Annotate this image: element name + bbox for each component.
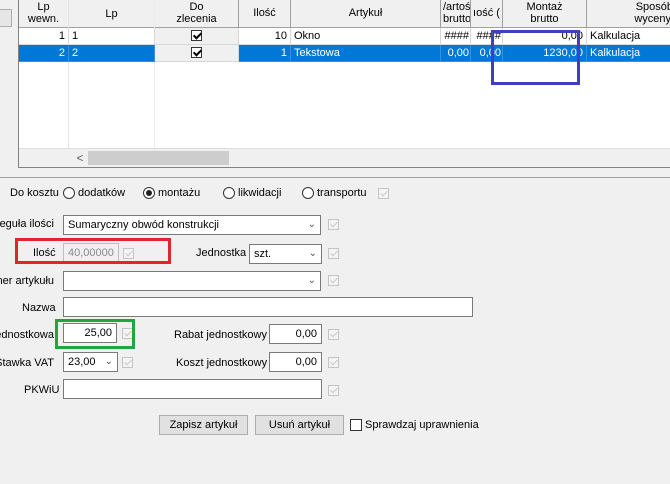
do-zlecenia-checkbox[interactable] [191,47,202,58]
col-header-lp[interactable]: Lp [69,0,155,28]
cell-sposob: Kalkulacja [587,28,670,45]
regula-value: Sumaryczny obwód konstrukcji [68,219,220,231]
col-header-do-zlecenia[interactable]: Do zlecenia [155,0,239,28]
scroll-thumb[interactable] [88,151,229,165]
zapisz-artykul-button[interactable]: Zapisz artykuł [159,415,248,435]
cell-sposob: Kalkulacja [587,45,670,62]
vat-select[interactable]: 23,00 ⌄ [63,352,118,372]
pkwiu-input[interactable] [63,379,322,399]
chevron-down-icon: ⌄ [307,275,316,286]
numer-artykulu-select[interactable]: ⌄ [63,271,321,291]
chevron-down-icon: ⌄ [104,356,113,367]
highlight-montaz-value [491,30,580,85]
col-header-text: wyceny [634,13,670,25]
radio-label-transportu: transportu [317,187,367,199]
pkwiu-override-checkbox[interactable] [328,385,339,396]
col-header-ilosc2[interactable]: ıość ( [471,0,503,28]
cell-wartosc: 0,00 [441,45,471,62]
col-header-montaz-brutto[interactable]: Montaż brutto [503,0,587,28]
radio-likwidacji[interactable] [223,187,235,199]
jednostka-select[interactable]: szt. ⌄ [249,244,322,264]
cell-lp-wewn: 1 [19,28,69,45]
cell-do-zlecenia [155,28,239,45]
highlight-ilosc [15,238,171,264]
highlight-cena [55,319,135,349]
jednostka-label: Jednostka [196,247,247,259]
koszt-label: Koszt jednostkowy [176,357,268,369]
col-header-lp-wewn[interactable]: Lp wewn. [19,0,69,28]
col-header-artykul[interactable]: Artykuł [291,0,441,28]
sprawdzaj-uprawnienia-label: Sprawdzaj uprawnienia [365,419,479,431]
nazwa-input[interactable] [63,297,473,317]
vat-override-checkbox[interactable] [122,357,133,368]
numer-override-checkbox[interactable] [328,275,339,286]
cell-lp: 1 [69,28,155,45]
col-header-wartosc-brutto[interactable]: /artoś brutto [441,0,471,28]
col-header-text: Do [189,1,204,13]
jednostka-value: szt. [254,248,272,260]
vat-value: 23,00 [68,356,96,368]
radio-dodatkow[interactable] [63,187,75,199]
col-header-sposob[interactable]: Sposób wyceny [587,0,670,28]
col-header-text: Montaż [526,1,563,13]
chevron-down-icon: ⌄ [308,248,317,259]
cell-lp: 2 [69,45,155,62]
radio-transportu[interactable] [302,187,314,199]
side-expand-button[interactable] [0,9,12,27]
cell-lp-wewn: 2 [19,45,69,62]
section-divider [0,177,670,178]
cell-artykul: Tekstowa [291,45,441,62]
rabat-override-checkbox[interactable] [328,329,339,340]
scroll-left-button[interactable]: < [73,149,87,167]
col-header-text: Lp [37,1,50,13]
col-header-text: brutto [530,13,559,25]
koszt-input[interactable]: 0,00 [269,352,322,372]
cell-wartosc: #### [441,28,471,45]
do-zlecenia-checkbox[interactable] [191,30,202,41]
column-divider [68,0,69,148]
col-header-text: /artoś [443,1,471,13]
cell-do-zlecenia [155,45,239,62]
col-header-text: wewn. [27,13,60,25]
col-header-text: zlecenia [176,13,217,25]
pkwiu-label: PKWiU [24,384,60,396]
usun-artykul-button[interactable]: Usuń artykuł [255,415,344,435]
numer-label: Numer artykułu [0,275,54,287]
radio-label-likwidacji: likwidacji [238,187,282,199]
regula-label: Reguła ilości [0,218,54,230]
regula-override-checkbox[interactable] [328,219,339,230]
cena-label: Cena jednostkowa [0,329,54,341]
rabat-input[interactable]: 0,00 [269,324,322,344]
regula-select[interactable]: Sumaryczny obwód konstrukcji ⌄ [63,215,321,235]
do-kosztu-override-checkbox[interactable] [378,188,389,199]
horizontal-scrollbar[interactable]: < [19,148,670,167]
cell-ilosc: 1 [239,45,291,62]
koszt-override-checkbox[interactable] [328,357,339,368]
do-kosztu-label: Do kosztu [10,187,59,199]
col-header-text: Sposób [635,1,670,13]
radio-label-dodatkow: dodatków [78,187,126,199]
cell-artykul: Okno [291,28,441,45]
column-divider [154,0,155,148]
chevron-down-icon: ⌄ [307,219,316,230]
jednostka-override-checkbox[interactable] [328,248,339,259]
radio-montazu[interactable] [143,187,155,199]
sprawdzaj-uprawnienia-checkbox[interactable] [350,419,362,431]
nazwa-label: Nazwa [22,302,56,314]
col-header-text: brutto [443,13,471,25]
radio-label-montazu: montażu [158,187,201,199]
vat-label: Stawka VAT [0,357,54,369]
col-header-ilosc[interactable]: Ilość [239,0,291,28]
rabat-label: Rabat jednostkowy [174,329,267,341]
cell-ilosc: 10 [239,28,291,45]
